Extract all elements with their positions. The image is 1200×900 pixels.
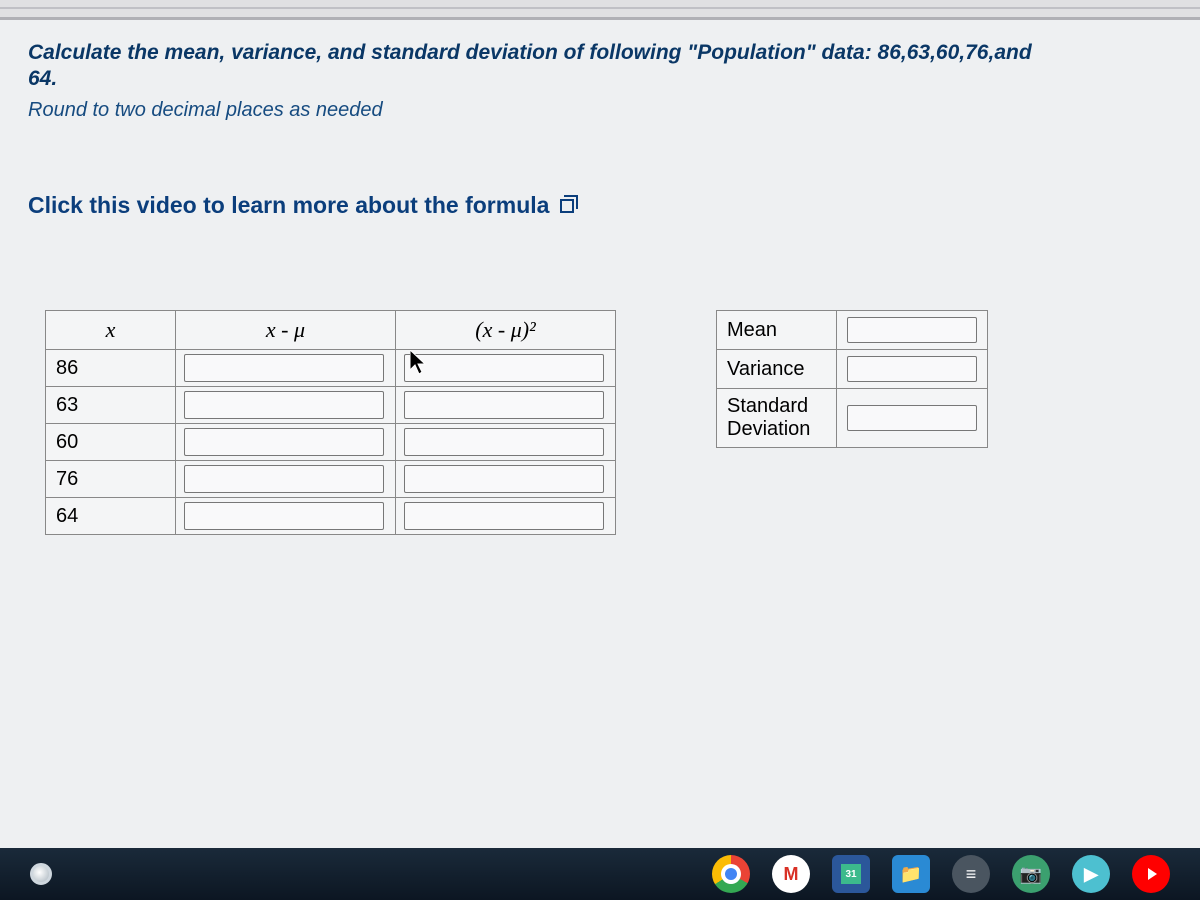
x-minus-mu-input[interactable] [184,502,384,530]
x-minus-mu-sq-input[interactable] [404,354,604,382]
col-header-x-minus-mu-sq: (x - μ)² [396,311,616,350]
x-minus-mu-sq-input[interactable] [404,465,604,493]
gmail-letter: M [784,864,799,885]
prompt-text-line1: Calculate the mean, variance, and standa… [28,41,1032,64]
mean-input[interactable] [847,317,977,343]
col-header-x: x [46,311,176,350]
x-minus-mu-sq-input[interactable] [404,391,604,419]
table-row: 63 [46,387,616,424]
x-minus-mu-input[interactable] [184,428,384,456]
x-minus-mu-input[interactable] [184,354,384,382]
question-content: Calculate the mean, variance, and standa… [28,40,1180,219]
table-row: 64 [46,498,616,535]
video-link-text: Click this video to learn more about the… [28,192,549,218]
variance-label: Variance [717,350,837,389]
window-chrome-top [0,0,1200,20]
chrome-icon[interactable] [712,855,750,893]
x-minus-mu-sq-input[interactable] [404,502,604,530]
video-help-link[interactable]: Click this video to learn more about the… [28,192,574,219]
col-header-x-minus-mu: x - μ [176,311,396,350]
rounding-note: Round to two decimal places as needed [28,99,1180,122]
x-minus-mu-input[interactable] [184,465,384,493]
x-minus-mu-input[interactable] [184,391,384,419]
x-value-cell: 76 [46,461,176,498]
taskbar: M 31 📁 ≡ 📷 ▶ [0,848,1200,900]
table-row: 86 [46,350,616,387]
stddev-input[interactable] [847,405,977,431]
result-row-variance: Variance [717,350,988,389]
result-row-stddev: Standard Deviation [717,389,988,448]
deviation-table: x x - μ (x - μ)² 86 63 60 76 64 [45,310,616,535]
drive-icon[interactable]: ≡ [952,855,990,893]
results-table: Mean Variance Standard Deviation [716,310,988,448]
x-value-cell: 86 [46,350,176,387]
x-value-cell: 63 [46,387,176,424]
x-value-cell: 64 [46,498,176,535]
external-link-icon [560,199,574,213]
table-row: 60 [46,424,616,461]
play-store-icon[interactable]: ▶ [1072,855,1110,893]
x-value-cell: 60 [46,424,176,461]
table-header-row: x x - μ (x - μ)² [46,311,616,350]
table-row: 76 [46,461,616,498]
gmail-icon[interactable]: M [772,855,810,893]
x-minus-mu-sq-input[interactable] [404,428,604,456]
stddev-label: Standard Deviation [717,389,837,448]
question-prompt: Calculate the mean, variance, and standa… [28,40,1128,93]
calendar-date-badge: 31 [841,864,861,884]
result-row-mean: Mean [717,311,988,350]
prompt-text-line2: 64. [28,67,57,90]
start-button-icon[interactable] [30,863,52,885]
variance-input[interactable] [847,356,977,382]
calendar-icon[interactable]: 31 [832,855,870,893]
mean-label: Mean [717,311,837,350]
work-area: x x - μ (x - μ)² 86 63 60 76 64 [45,310,988,535]
files-icon[interactable]: 📁 [892,855,930,893]
youtube-icon[interactable] [1132,855,1170,893]
camera-icon[interactable]: 📷 [1012,855,1050,893]
